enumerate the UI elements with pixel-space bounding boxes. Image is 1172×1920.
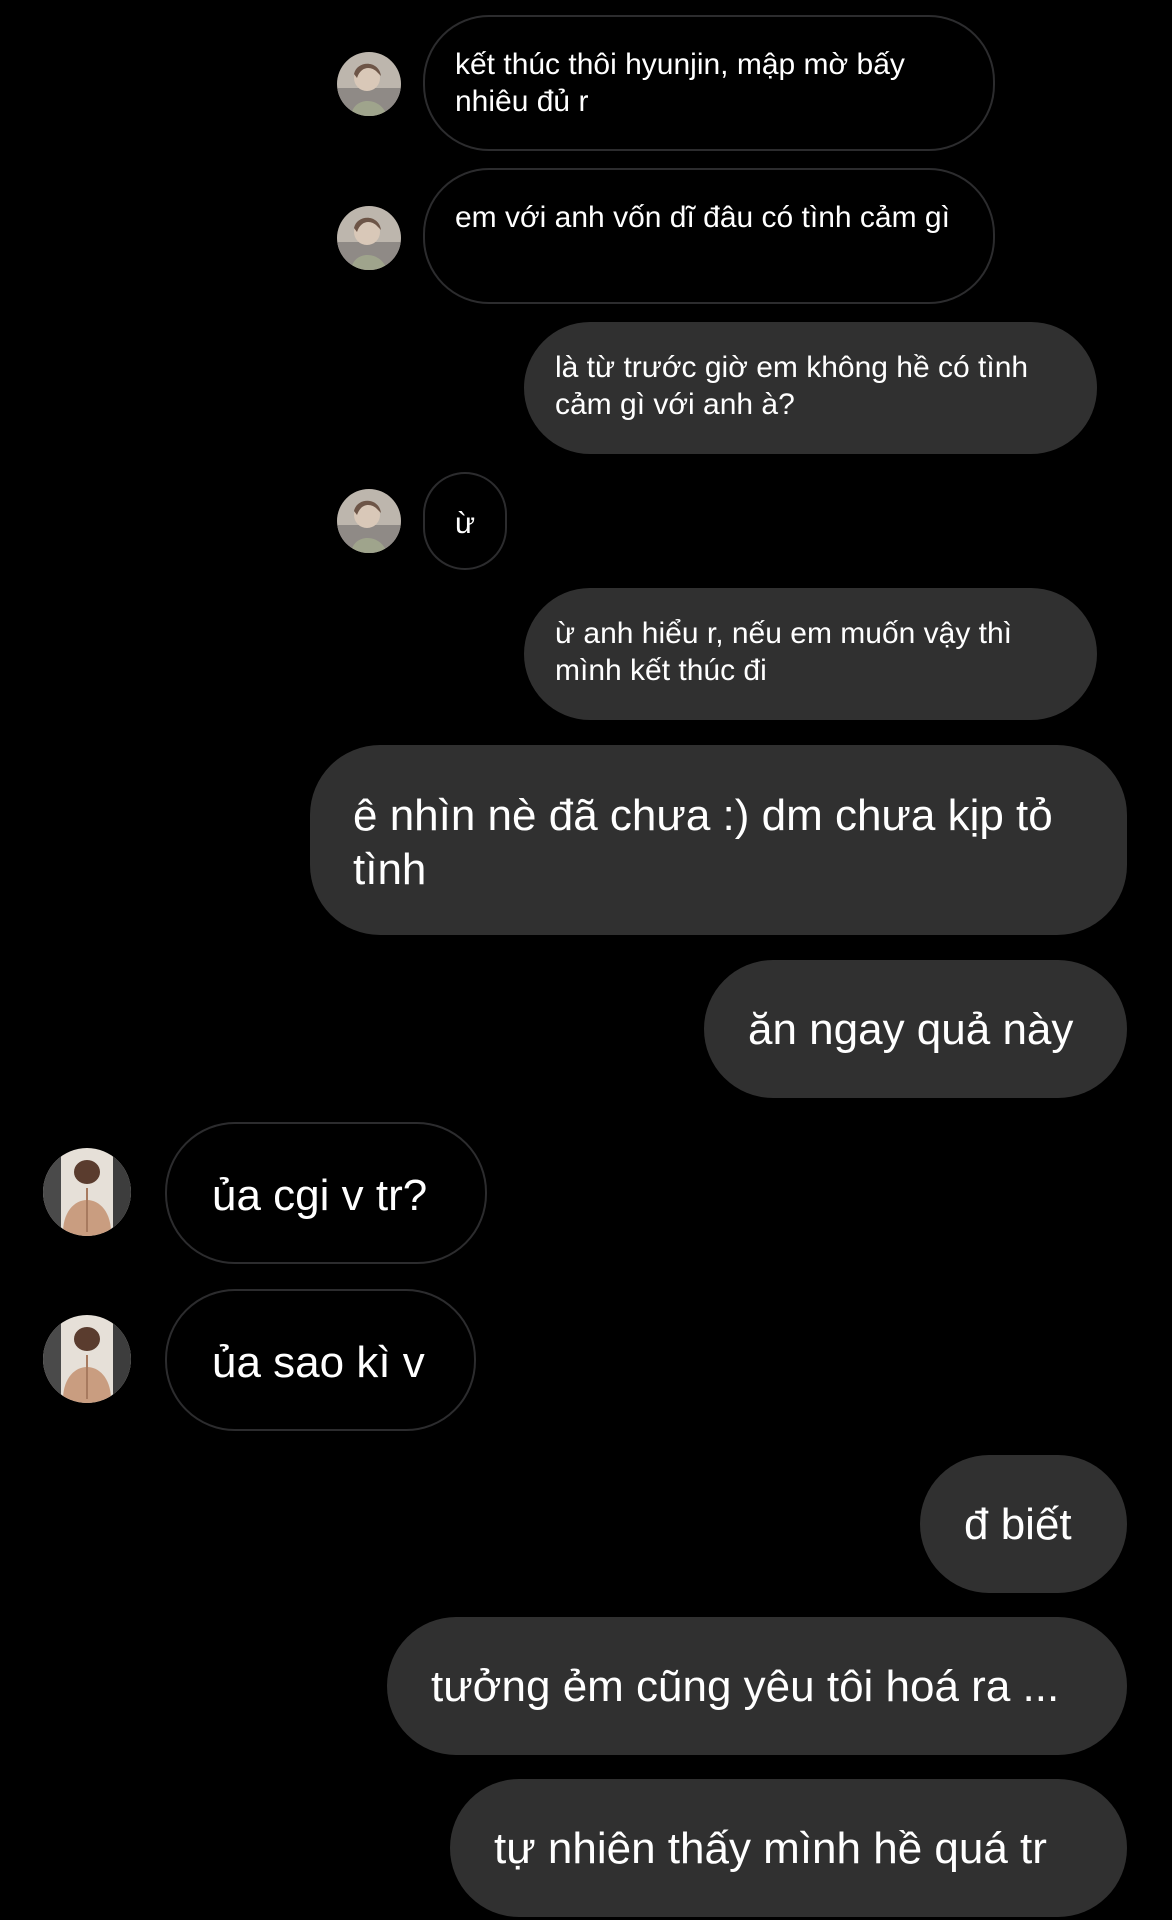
incoming-message[interactable]: ủa cgi v tr? [165, 1122, 487, 1264]
outgoing-message[interactable]: ăn ngay quả này [704, 960, 1127, 1098]
incoming-message[interactable]: em với anh vốn dĩ đâu có tình cảm gì [423, 168, 995, 304]
sender-avatar[interactable] [43, 1315, 131, 1403]
profile-photo-icon [43, 1148, 131, 1236]
outgoing-message[interactable]: tự nhiên thấy mình hề quá tr [450, 1779, 1127, 1917]
incoming-message[interactable]: ừ [423, 472, 507, 570]
outgoing-message[interactable]: tưởng ẻm cũng yêu tôi hoá ra ... [387, 1617, 1127, 1755]
profile-photo-icon [337, 489, 401, 553]
incoming-message[interactable]: ủa sao kì v [165, 1289, 476, 1431]
sender-avatar[interactable] [337, 489, 401, 553]
outgoing-message[interactable]: là từ trước giờ em không hề có tình cảm … [524, 322, 1097, 454]
sender-avatar[interactable] [337, 206, 401, 270]
message-thread: kết thúc thôi hyunjin, mập mờ bấy nhiêu … [0, 0, 1172, 1920]
sender-avatar[interactable] [43, 1148, 131, 1236]
outgoing-message[interactable]: ừ anh hiểu r, nếu em muốn vậy thì mình k… [524, 588, 1097, 720]
sender-avatar[interactable] [337, 52, 401, 116]
outgoing-message[interactable]: ê nhìn nè đã chưa :) dm chưa kịp tỏ tình [310, 745, 1127, 935]
profile-photo-icon [337, 206, 401, 270]
profile-photo-icon [337, 52, 401, 116]
incoming-message[interactable]: kết thúc thôi hyunjin, mập mờ bấy nhiêu … [423, 15, 995, 151]
profile-photo-icon [43, 1315, 131, 1403]
outgoing-message[interactable]: đ biết [920, 1455, 1127, 1593]
